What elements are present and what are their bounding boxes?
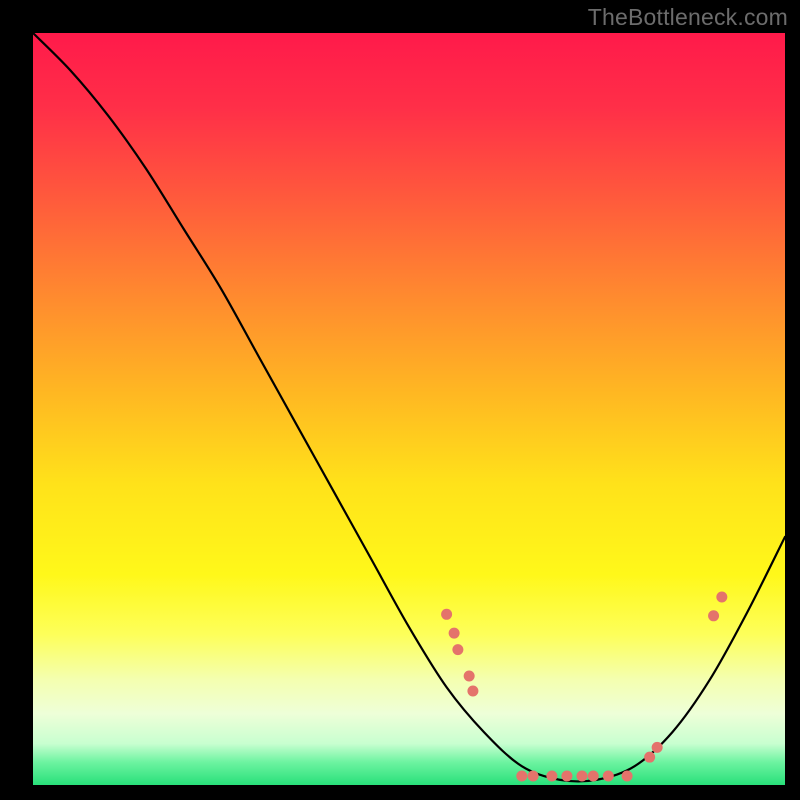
data-point bbox=[716, 592, 727, 603]
data-point bbox=[588, 770, 599, 781]
chart-svg bbox=[33, 33, 785, 785]
data-point bbox=[464, 670, 475, 681]
data-point bbox=[622, 770, 633, 781]
watermark-label: TheBottleneck.com bbox=[588, 4, 788, 31]
data-point bbox=[546, 770, 557, 781]
data-point bbox=[528, 770, 539, 781]
data-point bbox=[576, 770, 587, 781]
data-markers bbox=[441, 592, 727, 782]
data-point bbox=[644, 752, 655, 763]
data-point bbox=[452, 644, 463, 655]
data-point bbox=[449, 628, 460, 639]
data-point bbox=[467, 686, 478, 697]
bottleneck-curve bbox=[33, 33, 785, 781]
data-point bbox=[603, 770, 614, 781]
chart-frame: TheBottleneck.com bbox=[0, 0, 800, 800]
data-point bbox=[441, 609, 452, 620]
plot-area bbox=[33, 33, 785, 785]
data-point bbox=[516, 770, 527, 781]
data-point bbox=[561, 770, 572, 781]
data-point bbox=[708, 610, 719, 621]
data-point bbox=[652, 742, 663, 753]
